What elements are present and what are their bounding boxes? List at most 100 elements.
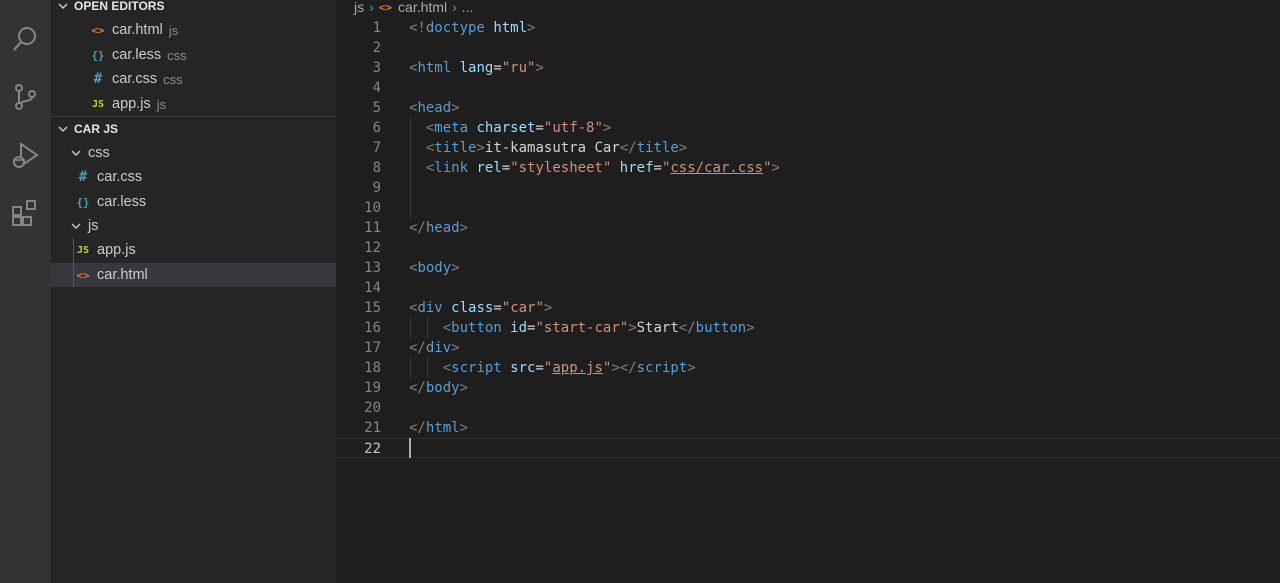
file-label: car.css (97, 169, 143, 185)
code-line[interactable]: 7 <title>it-kamasutra Car</title> (336, 138, 1280, 158)
activity-bar (0, 0, 51, 583)
source-control-icon[interactable] (8, 80, 42, 114)
code-token: Start (636, 320, 679, 336)
line-number: 1 (372, 20, 381, 36)
line-number: 13 (364, 260, 381, 276)
code-token: head (425, 220, 460, 236)
code-line[interactable]: 17 </div> (336, 338, 1280, 358)
line-number: 10 (364, 200, 381, 216)
open-editor-label: car.css (112, 71, 158, 87)
folder-js[interactable]: js (51, 214, 336, 238)
code-token: < (442, 320, 452, 336)
search-icon[interactable] (8, 22, 42, 56)
code-text: <!doctype html> (409, 18, 535, 38)
less-file-icon: {} (91, 48, 105, 62)
line-number: 2 (372, 40, 381, 56)
code-token: button (451, 320, 502, 336)
code-line[interactable]: 8 <link rel="stylesheet" href="css/car.c… (336, 158, 1280, 178)
code-line[interactable]: 15 <div class="car"> (336, 298, 1280, 318)
code-token: > (451, 340, 460, 356)
code-token: > (602, 120, 612, 136)
code-token: > (451, 260, 460, 276)
extensions-icon[interactable] (8, 196, 42, 230)
folder-css[interactable]: css (51, 141, 336, 165)
code-line[interactable]: 10 (336, 198, 1280, 218)
code-token: < (442, 360, 452, 376)
code-token: ></ (611, 360, 637, 376)
file-item-selected[interactable]: <> car.html (51, 263, 336, 287)
code-line[interactable]: 16 <button id="start-car">Start</button> (336, 318, 1280, 338)
indent-guide (410, 318, 411, 338)
file-item[interactable]: JS app.js (51, 238, 336, 262)
code-token: href (619, 160, 654, 176)
file-item[interactable]: {} car.less (51, 190, 336, 214)
project-header[interactable]: CAR JS (51, 119, 336, 139)
open-editor-item[interactable]: {} car.less css (51, 43, 336, 67)
code-line[interactable]: 14 (336, 278, 1280, 298)
code-token: div (417, 300, 443, 316)
code-line[interactable]: 22 (336, 438, 1280, 458)
code-line[interactable]: 12 (336, 238, 1280, 258)
code-line[interactable]: 2 (336, 38, 1280, 58)
css-file-icon: # (78, 169, 88, 185)
code-line[interactable]: 20 (336, 398, 1280, 418)
code-line[interactable]: 5 <head> (336, 98, 1280, 118)
code-line[interactable]: 13 <body> (336, 258, 1280, 278)
code-line[interactable]: 11 </head> (336, 218, 1280, 238)
text-cursor (409, 438, 411, 458)
line-number: 19 (364, 380, 381, 396)
code-token: doctype (425, 20, 485, 36)
open-editor-item[interactable]: <> car.html js (51, 18, 336, 42)
indent-guide (410, 358, 411, 378)
code-token: > (543, 300, 553, 316)
html-file-icon: <> (378, 0, 393, 14)
code-token: html (493, 20, 528, 36)
code-line[interactable]: 19 </body> (336, 378, 1280, 398)
code-editor[interactable]: js › <> car.html › ... 1 <!doctype html> 2… (336, 0, 1280, 583)
code-token: charset (476, 120, 536, 136)
line-number: 5 (372, 100, 381, 116)
indent-guide (410, 118, 411, 218)
code-token: > (687, 360, 696, 376)
file-label: app.js (97, 242, 136, 258)
code-token: <! (409, 20, 426, 36)
code-text: </div> (409, 338, 460, 358)
line-number: 11 (364, 220, 381, 236)
code-line[interactable]: 18 <script src="app.js"></script> (336, 358, 1280, 378)
code-token: > (746, 320, 755, 336)
code-line[interactable]: 6 <meta charset="utf-8"> (336, 118, 1280, 138)
code-text: <head> (409, 98, 460, 118)
code-token: button (695, 320, 747, 336)
breadcrumb-folder[interactable]: js (354, 0, 364, 15)
code-token: > (628, 320, 637, 336)
code-text: <body> (409, 258, 460, 278)
open-editor-item[interactable]: # car.css css (51, 67, 336, 91)
line-number: 18 (364, 360, 381, 376)
chevron-down-icon (70, 147, 86, 159)
file-label: car.less (97, 194, 147, 210)
explorer-sidebar: OPEN EDITORS <> car.html js {} car.less … (51, 0, 336, 583)
breadcrumb-more[interactable]: ... (462, 0, 474, 15)
code-token: > (678, 140, 688, 156)
code-line[interactable]: 4 (336, 78, 1280, 98)
code-token: head (417, 100, 452, 116)
code-line[interactable]: 9 (336, 178, 1280, 198)
chevron-down-icon (55, 121, 71, 137)
code-line[interactable]: 1 <!doctype html> (336, 18, 1280, 38)
tree-indent-guide (73, 238, 74, 287)
code-text: </body> (409, 378, 468, 398)
breadcrumb-file[interactable]: car.html (398, 0, 447, 15)
file-item[interactable]: # car.css (51, 165, 336, 189)
code-token: it-kamasutra Car (484, 140, 620, 156)
js-file-icon: JS (76, 244, 90, 256)
open-editors-header[interactable]: OPEN EDITORS (51, 0, 336, 16)
code-line[interactable]: 21 </html> (336, 418, 1280, 438)
code-text: <link rel="stylesheet" href="css/car.css… (409, 158, 780, 178)
run-debug-icon[interactable] (8, 138, 42, 172)
code-line[interactable]: 3 <html lang="ru"> (336, 58, 1280, 78)
open-editor-item[interactable]: JS app.js js (51, 92, 336, 116)
